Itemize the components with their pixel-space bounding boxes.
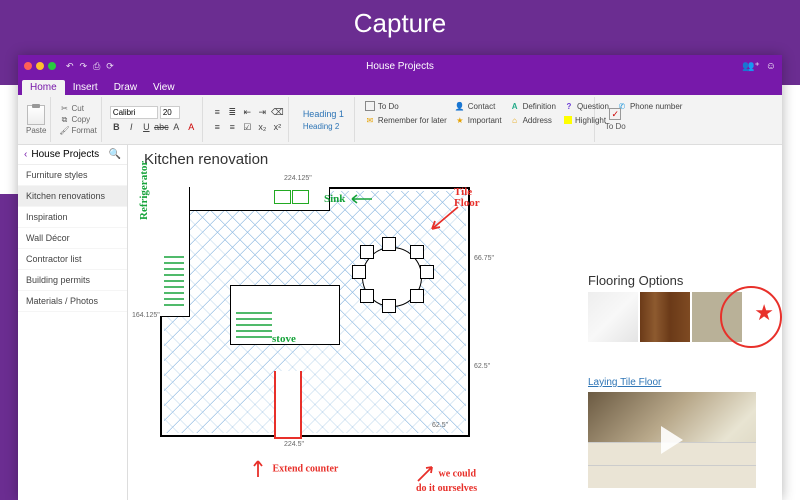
flooring-title: Flooring Options xyxy=(588,273,768,288)
tab-draw[interactable]: Draw xyxy=(106,80,145,95)
subscript-button[interactable]: x₂ xyxy=(256,121,269,134)
bold-button[interactable]: B xyxy=(110,121,123,134)
numbering-button[interactable]: ≣ xyxy=(226,106,239,119)
italic-button[interactable]: I xyxy=(125,121,138,134)
question-icon: ? xyxy=(564,101,574,111)
clear-format-button[interactable]: ⌫ xyxy=(271,106,284,119)
app-window: ↶ ↷ ⎙ ⟳ House Projects 👥⁺ ☺ Home Insert … xyxy=(18,55,782,500)
indent-button[interactable]: ⇥ xyxy=(256,106,269,119)
window-title: House Projects xyxy=(366,61,434,72)
share-icon[interactable]: 👥⁺ xyxy=(742,61,760,72)
strike-button[interactable]: abc xyxy=(155,121,168,134)
underline-button[interactable]: U xyxy=(140,121,153,134)
annotation-sink: Sink xyxy=(324,193,374,205)
style-heading1[interactable]: Heading 1 xyxy=(299,108,348,120)
annotation-diy: we could do it ourselves xyxy=(416,465,477,494)
page-inspiration[interactable]: Inspiration xyxy=(18,207,127,228)
undo-icon[interactable]: ↶ xyxy=(66,61,74,72)
highlight-button[interactable]: A xyxy=(170,121,183,134)
superscript-button[interactable]: x² xyxy=(271,121,284,134)
hero-caption: Capture xyxy=(0,8,800,39)
sync-icon[interactable]: ⟳ xyxy=(106,61,114,72)
search-icon[interactable]: 🔍 xyxy=(109,149,121,160)
notebook-name[interactable]: House Projects xyxy=(31,149,104,160)
home-icon: ⌂ xyxy=(510,115,520,125)
dim-top: 224.125" xyxy=(284,175,312,182)
video-link[interactable]: Laying Tile Floor xyxy=(588,377,768,388)
font-size-select[interactable]: 20 xyxy=(160,106,180,119)
copy-icon: ⧉ xyxy=(59,115,69,125)
tab-home[interactable]: Home xyxy=(22,80,65,95)
dim-bottom: 224.5" xyxy=(284,441,304,448)
paste-button[interactable]: Paste xyxy=(26,126,46,135)
definition-icon: A xyxy=(510,101,520,111)
star-icon: ★ xyxy=(455,115,465,125)
page-materials-photos[interactable]: Materials / Photos xyxy=(18,291,127,312)
window-controls[interactable] xyxy=(24,62,56,70)
tag-definition[interactable]: ADefinition xyxy=(510,99,556,113)
page-wall-decor[interactable]: Wall Décor xyxy=(18,228,127,249)
todo-checkbox-icon[interactable]: ✓ xyxy=(609,108,621,120)
page-contractor-list[interactable]: Contractor list xyxy=(18,249,127,270)
align-center-button[interactable]: ≡ xyxy=(226,121,239,134)
align-left-button[interactable]: ≡ xyxy=(211,121,224,134)
outdent-button[interactable]: ⇤ xyxy=(241,106,254,119)
dim-left: 164.125" xyxy=(132,312,160,319)
swatch-marble[interactable] xyxy=(588,292,638,342)
bullets-button[interactable]: ≡ xyxy=(211,106,224,119)
tag-todo[interactable]: To Do xyxy=(365,99,447,113)
redo-icon[interactable]: ↷ xyxy=(80,61,88,72)
annotation-extend: Extend counter xyxy=(248,459,338,479)
ribbon: Paste ✂Cut ⧉Copy 🖌Format Calibri 20 B I … xyxy=(18,95,782,145)
tab-view[interactable]: View xyxy=(145,80,183,95)
page-building-permits[interactable]: Building permits xyxy=(18,270,127,291)
flooring-section: Flooring Options ★ xyxy=(588,273,768,342)
print-icon[interactable]: ⎙ xyxy=(93,61,100,72)
tags-gallery[interactable]: To Do ✉Remember for later 👤Contact ★Impo… xyxy=(359,97,595,142)
tag-remember[interactable]: ✉Remember for later xyxy=(365,113,447,127)
back-icon[interactable]: ‹ xyxy=(24,149,27,160)
format-painter-button[interactable]: 🖌Format xyxy=(59,126,96,136)
page-canvas[interactable]: Kitchen renovation 224.125" 164.125" 66.… xyxy=(128,145,782,500)
swatch-tile[interactable] xyxy=(692,292,742,342)
titlebar: ↶ ↷ ⎙ ⟳ House Projects 👥⁺ ☺ xyxy=(18,55,782,77)
page-furniture-styles[interactable]: Furniture styles xyxy=(18,165,127,186)
play-icon[interactable] xyxy=(661,426,683,454)
checkbox-icon xyxy=(365,101,375,111)
video-thumbnail[interactable] xyxy=(588,392,756,488)
tag-important[interactable]: ★Important xyxy=(455,113,502,127)
font-color-button[interactable]: A xyxy=(185,121,198,134)
tab-insert[interactable]: Insert xyxy=(65,80,106,95)
todo-button[interactable]: To Do xyxy=(605,122,626,131)
ribbon-tabs: Home Insert Draw View xyxy=(18,77,782,95)
annotation-refrigerator: Refrigerator xyxy=(138,161,150,220)
scissors-icon: ✂ xyxy=(59,104,69,114)
copy-button[interactable]: ⧉Copy xyxy=(59,115,96,125)
cut-button[interactable]: ✂Cut xyxy=(59,104,96,114)
paste-icon[interactable] xyxy=(27,105,45,125)
page-sidebar: ‹ House Projects 🔍 Furniture styles Kitc… xyxy=(18,145,128,500)
video-section: Laying Tile Floor xyxy=(588,377,768,488)
minimize-icon[interactable] xyxy=(36,62,44,70)
close-icon[interactable] xyxy=(24,62,32,70)
style-heading2[interactable]: Heading 2 xyxy=(299,121,348,132)
highlight-icon xyxy=(564,116,572,124)
tag-address[interactable]: ⌂Address xyxy=(510,113,556,127)
checklist-button[interactable]: ☑ xyxy=(241,121,254,134)
annotation-stove: stove xyxy=(272,333,296,345)
star-annotation: ★ xyxy=(754,300,774,326)
envelope-icon: ✉ xyxy=(365,115,375,125)
page-kitchen-renovations[interactable]: Kitchen renovations xyxy=(18,186,127,207)
brush-icon: 🖌 xyxy=(59,126,69,136)
dim-right-lower: 62.5" xyxy=(474,363,490,370)
zoom-icon[interactable] xyxy=(48,62,56,70)
dim-right-upper: 66.75" xyxy=(474,255,494,262)
smile-icon[interactable]: ☺ xyxy=(766,61,776,72)
person-icon: 👤 xyxy=(455,101,465,111)
font-family-select[interactable]: Calibri xyxy=(110,106,158,119)
page-title[interactable]: Kitchen renovation xyxy=(144,151,268,168)
swatch-wood[interactable] xyxy=(640,292,690,342)
tag-contact[interactable]: 👤Contact xyxy=(455,99,502,113)
